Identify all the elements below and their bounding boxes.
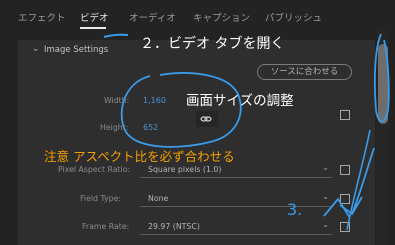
field-type-select[interactable]: None ⌄ [140, 191, 332, 207]
annotation-step3: 3. [287, 200, 303, 219]
pixel-aspect-label: Pixel Aspect Ratio: [58, 165, 131, 174]
chevron-down-icon: ⌄ [322, 192, 329, 201]
scrollbar-thumb[interactable] [378, 44, 388, 124]
annotation-screen-size: 画面サイズの調整 [186, 93, 294, 109]
pixel-aspect-checkbox[interactable] [340, 165, 350, 175]
tab-video[interactable]: ビデオ [80, 10, 109, 24]
ink-underline-stroke [103, 33, 129, 38]
width-value[interactable]: 1,160 [143, 96, 166, 105]
chevron-down-icon[interactable]: ⌄ [32, 44, 40, 54]
chain-link-icon[interactable] [200, 113, 212, 125]
frame-rate-value: 29.97 (NTSC) [148, 222, 200, 231]
field-type-label: Field Type: [80, 194, 122, 203]
tab-audio[interactable]: オーディオ [129, 10, 176, 24]
annotation-warning: 注意 アスペクト比を必ず合わせる [44, 149, 235, 164]
field-type-checkbox[interactable] [340, 194, 350, 204]
match-source-button[interactable]: ソースに合わせる [257, 64, 352, 80]
active-tab-indicator [80, 27, 106, 29]
chevron-down-icon: ⌄ [322, 163, 329, 172]
chevron-down-icon: ⌄ [322, 220, 329, 229]
frame-rate-select[interactable]: 29.97 (NTSC) ⌄ [140, 219, 332, 235]
pixel-aspect-value: Square pixels (1.0) [148, 165, 222, 174]
annotation-step2: ２．ビデオ タブを開く [140, 36, 285, 52]
dimensions-checkbox[interactable] [340, 110, 350, 120]
frame-rate-checkbox[interactable] [340, 222, 350, 232]
tab-effects[interactable]: エフェクト [18, 10, 66, 24]
field-type-value: None [148, 194, 169, 203]
width-label: Width: [104, 96, 130, 105]
tab-captions[interactable]: キャプション [193, 10, 250, 24]
tab-publish[interactable]: パブリッシュ [265, 10, 322, 24]
section-title: Image Settings [44, 45, 109, 55]
frame-rate-label: Frame Rate: [82, 222, 130, 231]
height-value[interactable]: 652 [143, 123, 158, 132]
height-label: Height: [100, 123, 129, 132]
